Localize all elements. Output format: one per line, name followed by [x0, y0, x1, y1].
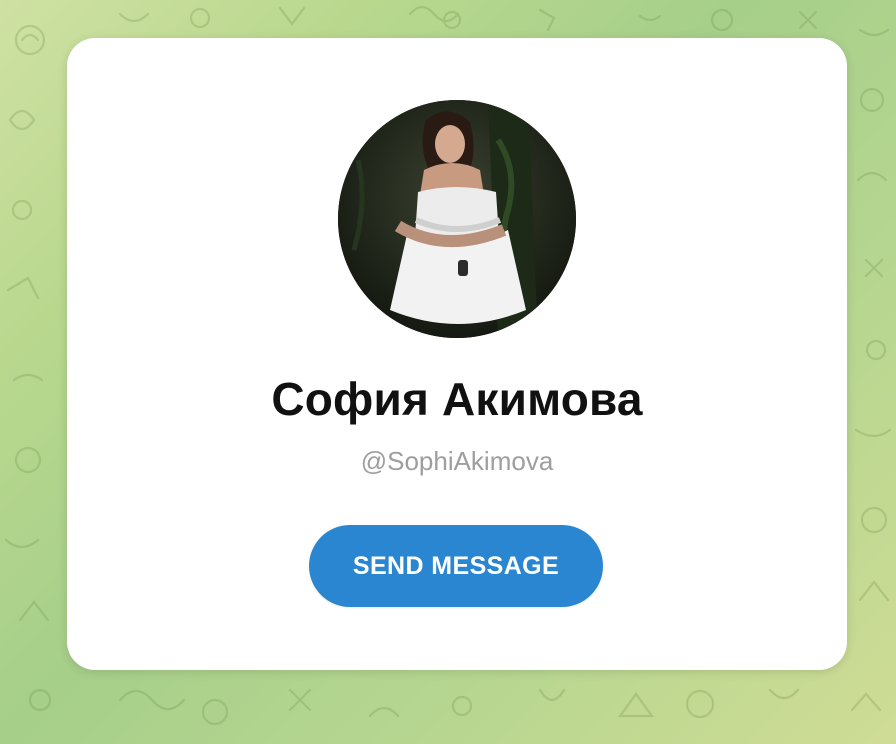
send-message-button[interactable]: SEND MESSAGE: [309, 525, 603, 607]
profile-photo[interactable]: [338, 100, 576, 338]
profile-username[interactable]: @SophiAkimova: [67, 446, 847, 477]
avatar-image: [338, 100, 576, 338]
send-message-label: SEND MESSAGE: [352, 551, 560, 580]
profile-name: София Акимова: [271, 373, 643, 425]
profile-card: София Акимова @SophiAkimova SEND MESSAGE: [67, 38, 847, 670]
